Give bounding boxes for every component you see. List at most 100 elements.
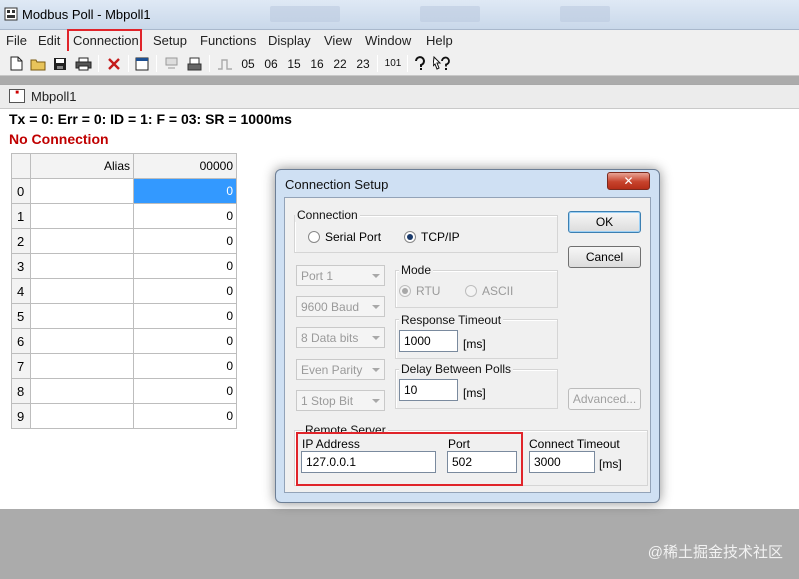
- connect-timeout-input[interactable]: 3000: [529, 451, 595, 473]
- table-row: 2 0: [11, 228, 237, 254]
- printer-comm-icon[interactable]: [185, 54, 203, 73]
- menu-view[interactable]: View: [324, 33, 352, 48]
- value-cell[interactable]: 0: [133, 178, 237, 204]
- window-icon[interactable]: [133, 54, 151, 73]
- annotation-highlight-ip-port: [296, 432, 523, 486]
- alias-cell[interactable]: [30, 203, 134, 229]
- tcpip-radio[interactable]: TCP/IP: [404, 230, 460, 244]
- comm-traffic-button[interactable]: 101: [382, 54, 404, 73]
- close-button[interactable]: ✕: [607, 172, 650, 190]
- menu-file[interactable]: File: [6, 33, 27, 48]
- radio-circle: [465, 285, 477, 297]
- app-icon: [4, 7, 18, 21]
- row-index: 6: [11, 328, 31, 354]
- value-cell[interactable]: 0: [133, 353, 237, 379]
- value-cell[interactable]: 0: [133, 203, 237, 229]
- alias-cell[interactable]: [30, 403, 134, 429]
- row-index: 5: [11, 303, 31, 329]
- window-title: Modbus Poll - Mbpoll1: [22, 7, 151, 22]
- value-cell[interactable]: 0: [133, 278, 237, 304]
- blurred-bg-shape: [420, 6, 480, 22]
- baud-select[interactable]: 9600 Baud: [296, 296, 385, 317]
- alias-cell[interactable]: [30, 353, 134, 379]
- value-cell[interactable]: 0: [133, 228, 237, 254]
- grid-header-row: Alias 00000: [11, 153, 237, 179]
- response-timeout-input[interactable]: 1000: [399, 330, 458, 352]
- alias-cell[interactable]: [30, 378, 134, 404]
- menu-setup[interactable]: Setup: [153, 33, 187, 48]
- menu-help[interactable]: Help: [426, 33, 453, 48]
- title-bar: Modbus Poll - Mbpoll1: [0, 0, 799, 30]
- document-title-bar: ■ Mbpoll1: [0, 85, 799, 109]
- tcpip-label: TCP/IP: [421, 230, 460, 244]
- value-cell[interactable]: 0: [133, 303, 237, 329]
- table-row: 0 0: [11, 178, 237, 204]
- ok-button[interactable]: OK: [568, 211, 641, 233]
- open-folder-icon[interactable]: [29, 54, 47, 73]
- grid-corner: [11, 153, 31, 179]
- toolbar-separator: [407, 55, 408, 72]
- port-select[interactable]: Port 1: [296, 265, 385, 286]
- poll-status-line: Tx = 0: Err = 0: ID = 1: F = 03: SR = 10…: [9, 111, 292, 127]
- parity-select[interactable]: Even Parity: [296, 359, 385, 380]
- serial-port-radio[interactable]: Serial Port: [308, 230, 381, 244]
- cancel-button[interactable]: Cancel: [568, 246, 641, 268]
- alias-column-header[interactable]: Alias: [30, 153, 134, 179]
- connection-status: No Connection: [9, 131, 109, 147]
- value-cell[interactable]: 0: [133, 403, 237, 429]
- alias-cell[interactable]: [30, 278, 134, 304]
- toolbar: 05 06 15 16 22 23 101: [0, 51, 799, 76]
- fc-16-button[interactable]: 16: [308, 54, 326, 73]
- fc-15-button[interactable]: 15: [285, 54, 303, 73]
- databits-select[interactable]: 8 Data bits: [296, 327, 385, 348]
- ascii-radio[interactable]: ASCII: [465, 284, 513, 298]
- toolbar-separator: [156, 55, 157, 72]
- delay-input[interactable]: 10: [399, 379, 458, 401]
- print-icon[interactable]: [73, 54, 93, 73]
- toolbar-separator: [209, 55, 210, 72]
- row-index: 1: [11, 203, 31, 229]
- chevron-down-icon: [372, 399, 380, 403]
- fc-23-button[interactable]: 23: [354, 54, 372, 73]
- menu-display[interactable]: Display: [268, 33, 311, 48]
- menu-functions[interactable]: Functions: [200, 33, 256, 48]
- register-grid: Alias 00000 0 0 1 0 2 0 3 0 4 0 5 0 6 0 …: [11, 153, 238, 429]
- chevron-down-icon: [372, 274, 380, 278]
- menu-edit[interactable]: Edit: [38, 33, 60, 48]
- dialog-title: Connection Setup: [285, 177, 389, 192]
- fc-05-button[interactable]: 05: [239, 54, 257, 73]
- port-select-value: Port 1: [301, 269, 334, 283]
- alias-cell[interactable]: [30, 253, 134, 279]
- chevron-down-icon: [372, 336, 380, 340]
- context-help-icon[interactable]: [432, 54, 452, 73]
- value-cell[interactable]: 0: [133, 253, 237, 279]
- alias-cell[interactable]: [30, 303, 134, 329]
- alias-cell[interactable]: [30, 328, 134, 354]
- advanced-button[interactable]: Advanced...: [568, 388, 641, 410]
- row-index: 4: [11, 278, 31, 304]
- help-icon[interactable]: [412, 54, 428, 73]
- stopbit-select[interactable]: 1 Stop Bit: [296, 390, 385, 411]
- watermark: @稀土掘金技术社区: [647, 544, 783, 561]
- value-column-header[interactable]: 00000: [133, 153, 237, 179]
- table-row: 1 0: [11, 203, 237, 229]
- connection-group-label: Connection: [295, 208, 360, 222]
- value-cell[interactable]: 0: [133, 378, 237, 404]
- parity-select-value: Even Parity: [301, 363, 363, 377]
- row-index: 3: [11, 253, 31, 279]
- fc-22-button[interactable]: 22: [331, 54, 349, 73]
- menu-window[interactable]: Window: [365, 33, 411, 48]
- save-icon[interactable]: [51, 54, 69, 73]
- alias-cell[interactable]: [30, 178, 134, 204]
- rtu-radio[interactable]: RTU: [399, 284, 440, 298]
- fc-06-button[interactable]: 06: [262, 54, 280, 73]
- table-row: 6 0: [11, 328, 237, 354]
- serial-port-label: Serial Port: [325, 230, 382, 244]
- delay-label: Delay Between Polls: [399, 362, 514, 376]
- new-file-icon[interactable]: [7, 54, 25, 73]
- alias-cell[interactable]: [30, 228, 134, 254]
- row-index: 0: [11, 178, 31, 204]
- value-cell[interactable]: 0: [133, 328, 237, 354]
- disconnect-icon[interactable]: [104, 54, 124, 73]
- table-row: 5 0: [11, 303, 237, 329]
